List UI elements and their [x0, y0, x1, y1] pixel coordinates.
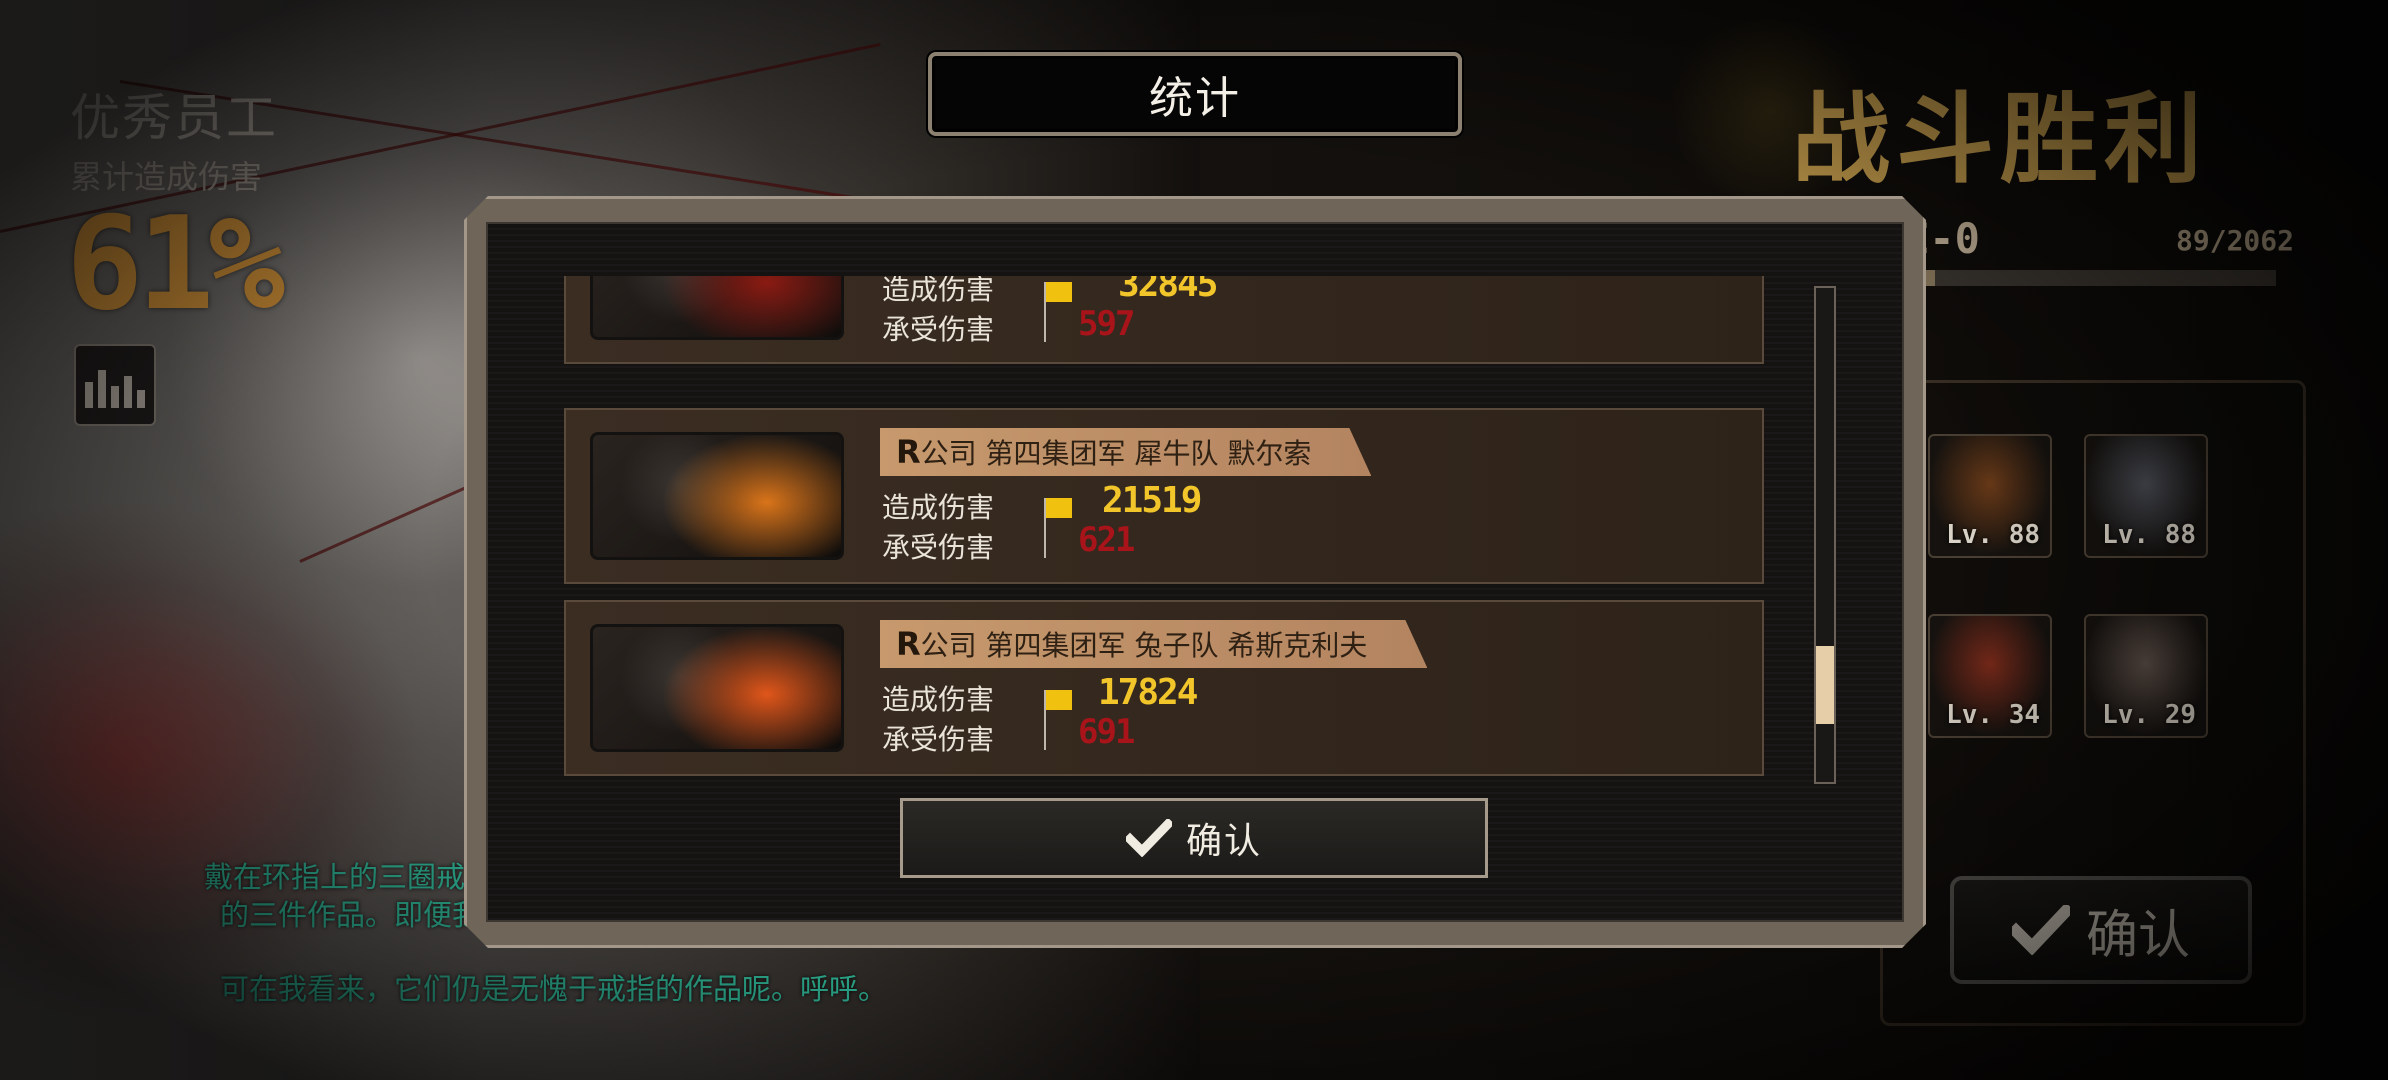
damage-taken-label: 承受伤害 [882, 313, 995, 346]
character-thumbnail [590, 276, 844, 340]
confirm-label: 确认 [1185, 821, 1262, 862]
damage-dealt-value: 17824 [1098, 672, 1198, 713]
mvp-title: 优秀员工 [70, 89, 278, 147]
damage-dealt-label: 造成伤害 [882, 683, 995, 716]
team-portrait[interactable]: Lv. 88 [2084, 434, 2208, 558]
character-name-prefix: R [896, 625, 921, 663]
list-scrollbar-thumb[interactable] [1816, 646, 1834, 724]
character-name: 公司 第四集团军 犀牛队 默尔索 [920, 437, 1312, 470]
portrait-level: Lv. 88 [2102, 520, 2196, 550]
damage-dealt-label: 造成伤害 [882, 491, 995, 524]
team-portrait[interactable]: Lv. 34 [1928, 614, 2052, 738]
list-item: R公司 第四集团军 兔子队 希斯克利夫 造成伤害 承受伤害 17824 691 [564, 600, 1764, 776]
damage-flag-icon [1046, 498, 1072, 518]
team-portrait[interactable]: Lv. 29 [2084, 614, 2208, 738]
damage-taken-label: 承受伤害 [882, 723, 995, 756]
list-item: 造成伤害 承受伤害 32845 597 [564, 276, 1764, 364]
damage-taken-value: 597 [1078, 304, 1135, 344]
list-item: R公司 第四集团军 犀牛队 默尔索 造成伤害 承受伤害 21519 621 [564, 408, 1764, 584]
character-thumbnail [590, 624, 844, 752]
exp-value: 89/2062 [2176, 224, 2295, 257]
confirm-button[interactable]: 确认 [900, 798, 1488, 878]
damage-dealt-value: 32845 [1118, 276, 1218, 305]
modal-title-bar: 统计 [928, 52, 1462, 136]
victory-title: 战斗胜利 [1792, 83, 2209, 197]
character-name-banner: R公司 第四集团军 兔子队 希斯克利夫 [880, 620, 1427, 668]
character-name-banner: R公司 第四集团军 犀牛队 默尔索 [880, 428, 1371, 476]
damage-taken-value: 691 [1078, 712, 1135, 752]
result-confirm-label: 确认 [2085, 905, 2190, 966]
damage-dealt-label: 造成伤害 [882, 276, 995, 306]
character-name-prefix: R [896, 433, 921, 471]
damage-flag-icon [1046, 282, 1072, 302]
portrait-level: Lv. 88 [1946, 520, 2040, 550]
quote-line-3: 可在我看来，它们仍是无愧于戒指的作品呢。呼呼。 [220, 972, 888, 1006]
damage-flag-icon [1046, 690, 1072, 710]
damage-taken-value: 621 [1078, 520, 1135, 560]
bar-chart-icon[interactable] [74, 344, 156, 426]
mvp-damage-percent: 61% [66, 190, 285, 339]
damage-taken-label: 承受伤害 [882, 531, 995, 564]
portrait-level: Lv. 34 [1946, 700, 2040, 730]
portrait-level: Lv. 29 [2102, 700, 2196, 730]
character-name: 公司 第四集团军 兔子队 希斯克利夫 [920, 629, 1368, 662]
damage-dealt-value: 21519 [1102, 480, 1202, 521]
checkmark-icon [1125, 819, 1172, 857]
quote-line-1: 戴在环指上的三圈戒 [204, 860, 466, 894]
character-thumbnail [590, 432, 844, 560]
result-confirm-button[interactable]: 确认 [1950, 876, 2252, 984]
team-portrait[interactable]: Lv. 88 [1928, 434, 2052, 558]
exp-bar [1920, 270, 2276, 286]
checkmark-icon [2011, 905, 2070, 955]
quote-line-2: 的三件作品。即便我 [220, 898, 482, 932]
modal-title: 统计 [1149, 73, 1241, 124]
statistics-list[interactable]: 造成伤害 承受伤害 32845 597 R公司 第四集团军 犀牛队 默尔索 造成… [564, 276, 1764, 792]
